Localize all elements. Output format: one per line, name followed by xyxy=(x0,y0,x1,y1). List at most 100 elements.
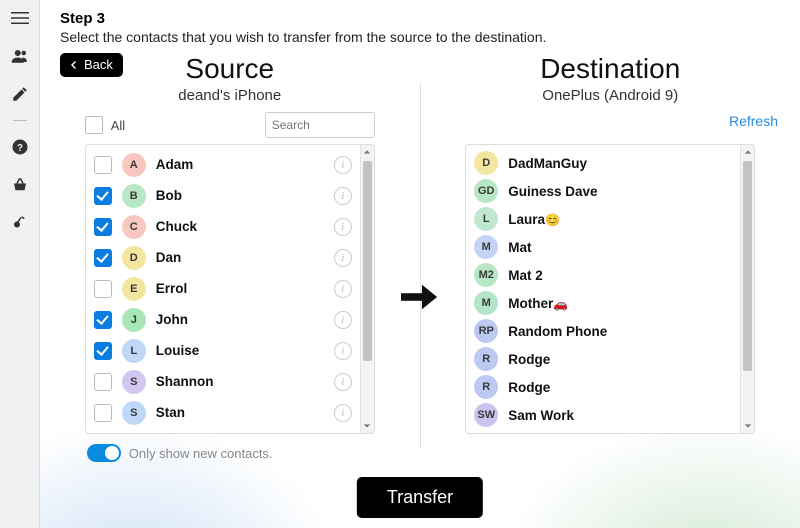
contact-name: Shannon xyxy=(156,374,334,389)
contact-name: Laura😊 xyxy=(508,212,732,227)
step-description: Select the contacts that you wish to tra… xyxy=(60,29,780,45)
edit-icon[interactable] xyxy=(8,82,32,106)
contact-avatar: C xyxy=(122,215,146,239)
contact-avatar: J xyxy=(122,308,146,332)
destination-contact-row: RRodge xyxy=(468,373,738,401)
destination-subtitle: OnePlus (Android 9) xyxy=(542,87,678,104)
source-contact-row[interactable]: B Bobi xyxy=(88,180,358,211)
main: Step 3 Select the contacts that you wish… xyxy=(40,0,800,528)
contact-name: DadManGuy xyxy=(508,156,732,171)
info-icon[interactable]: i xyxy=(334,404,352,422)
contact-name: Dan xyxy=(156,250,334,265)
destination-list: DDadManGuyGDGuiness DaveLLaura😊MMatM2Mat… xyxy=(466,145,740,433)
content: Back Source deand's iPhone All AAdamiBBo… xyxy=(40,47,800,528)
contact-checkbox[interactable] xyxy=(94,218,112,236)
destination-scrollbar[interactable] xyxy=(740,145,754,433)
destination-panel: DDadManGuyGDGuiness DaveLLaura😊MMatM2Mat… xyxy=(465,144,755,434)
destination-contact-row: GD Guiness Dave xyxy=(468,177,738,205)
help-icon[interactable]: ? xyxy=(8,135,32,159)
contact-name: Mother🚗 xyxy=(508,296,732,311)
contact-name: Bob xyxy=(156,188,334,203)
contact-avatar: L xyxy=(474,207,498,231)
contact-checkbox[interactable] xyxy=(94,280,112,298)
source-contact-row[interactable]: JJohni xyxy=(88,304,358,335)
scroll-up-icon[interactable] xyxy=(741,145,754,159)
info-icon[interactable]: i xyxy=(334,342,352,360)
source-contact-row[interactable]: S Stani xyxy=(88,397,358,428)
contact-name: Sam Work xyxy=(508,408,732,423)
new-contacts-toggle[interactable] xyxy=(87,444,121,462)
contact-avatar: S xyxy=(122,370,146,394)
menu-icon[interactable] xyxy=(8,6,32,30)
step-title: Step 3 xyxy=(60,10,780,27)
step-header: Step 3 Select the contacts that you wish… xyxy=(40,0,800,47)
info-icon[interactable]: i xyxy=(334,373,352,391)
source-controls: All xyxy=(85,112,375,138)
contact-name: Guiness Dave xyxy=(508,184,732,199)
select-all-label: All xyxy=(111,118,125,133)
search-input[interactable] xyxy=(265,112,375,138)
source-contact-row[interactable]: AAdami xyxy=(88,149,358,180)
source-contact-row[interactable]: D Dani xyxy=(88,242,358,273)
scroll-thumb[interactable] xyxy=(363,161,372,361)
contact-avatar: GD xyxy=(474,179,498,203)
scroll-up-icon[interactable] xyxy=(361,145,374,159)
contacts-icon[interactable] xyxy=(8,44,32,68)
info-icon[interactable]: i xyxy=(334,311,352,329)
new-contacts-toggle-row: Only show new contacts. xyxy=(85,440,375,466)
info-icon[interactable]: i xyxy=(334,280,352,298)
destination-contact-row: RRodge xyxy=(468,345,738,373)
select-all-checkbox[interactable] xyxy=(85,116,103,134)
source-panel: AAdamiBBobiCChuckiDDaniEErroliJJohniLLou… xyxy=(85,144,375,434)
transfer-arrow-icon xyxy=(401,282,439,317)
source-column: Source deand's iPhone All AAdamiBBobiCCh… xyxy=(40,53,420,528)
basket-icon[interactable] xyxy=(8,173,32,197)
contact-name: Louise xyxy=(156,343,334,358)
refresh-link[interactable]: Refresh xyxy=(729,113,778,129)
contact-name: Mat 2 xyxy=(508,268,732,283)
contact-avatar: D xyxy=(122,246,146,270)
contact-avatar: D xyxy=(474,151,498,175)
back-button[interactable]: Back xyxy=(60,53,123,77)
contact-avatar: L xyxy=(122,339,146,363)
info-icon[interactable]: i xyxy=(334,218,352,236)
new-contacts-toggle-label: Only show new contacts. xyxy=(129,446,273,461)
info-icon[interactable]: i xyxy=(334,156,352,174)
destination-contact-row: MMother🚗 xyxy=(468,289,738,317)
contact-checkbox[interactable] xyxy=(94,404,112,422)
source-list: AAdamiBBobiCChuckiDDaniEErroliJJohniLLou… xyxy=(86,145,360,433)
contact-checkbox[interactable] xyxy=(94,249,112,267)
contact-checkbox[interactable] xyxy=(94,342,112,360)
contact-avatar: B xyxy=(122,184,146,208)
source-contact-row[interactable]: S Shannoni xyxy=(88,366,358,397)
destination-title: Destination xyxy=(540,53,680,85)
contact-checkbox[interactable] xyxy=(94,187,112,205)
destination-contact-row: D DadManGuy xyxy=(468,149,738,177)
transfer-button[interactable]: Transfer xyxy=(357,477,483,518)
source-contact-row[interactable]: EErroli xyxy=(88,273,358,304)
info-icon[interactable]: i xyxy=(334,249,352,267)
contact-checkbox[interactable] xyxy=(94,373,112,391)
scroll-down-icon[interactable] xyxy=(741,419,754,433)
contact-avatar: SW xyxy=(474,403,498,427)
contact-avatar: R xyxy=(474,375,498,399)
svg-text:?: ? xyxy=(17,143,23,154)
contact-avatar: R xyxy=(474,347,498,371)
contact-checkbox[interactable] xyxy=(94,311,112,329)
source-contact-row[interactable]: L Louisei xyxy=(88,335,358,366)
source-title: Source xyxy=(185,53,274,85)
contact-avatar: S xyxy=(122,401,146,425)
contact-name: Mat xyxy=(508,240,732,255)
key-icon[interactable] xyxy=(8,211,32,235)
contact-avatar: A xyxy=(122,153,146,177)
scroll-down-icon[interactable] xyxy=(361,419,374,433)
contact-checkbox[interactable] xyxy=(94,156,112,174)
source-contact-row[interactable]: CChucki xyxy=(88,211,358,242)
contact-name: Stan xyxy=(156,405,334,420)
scroll-thumb[interactable] xyxy=(743,161,752,371)
back-arrow-icon xyxy=(68,59,80,71)
contact-avatar: E xyxy=(122,277,146,301)
info-icon[interactable]: i xyxy=(334,187,352,205)
source-scrollbar[interactable] xyxy=(360,145,374,433)
contact-avatar: RP xyxy=(474,319,498,343)
